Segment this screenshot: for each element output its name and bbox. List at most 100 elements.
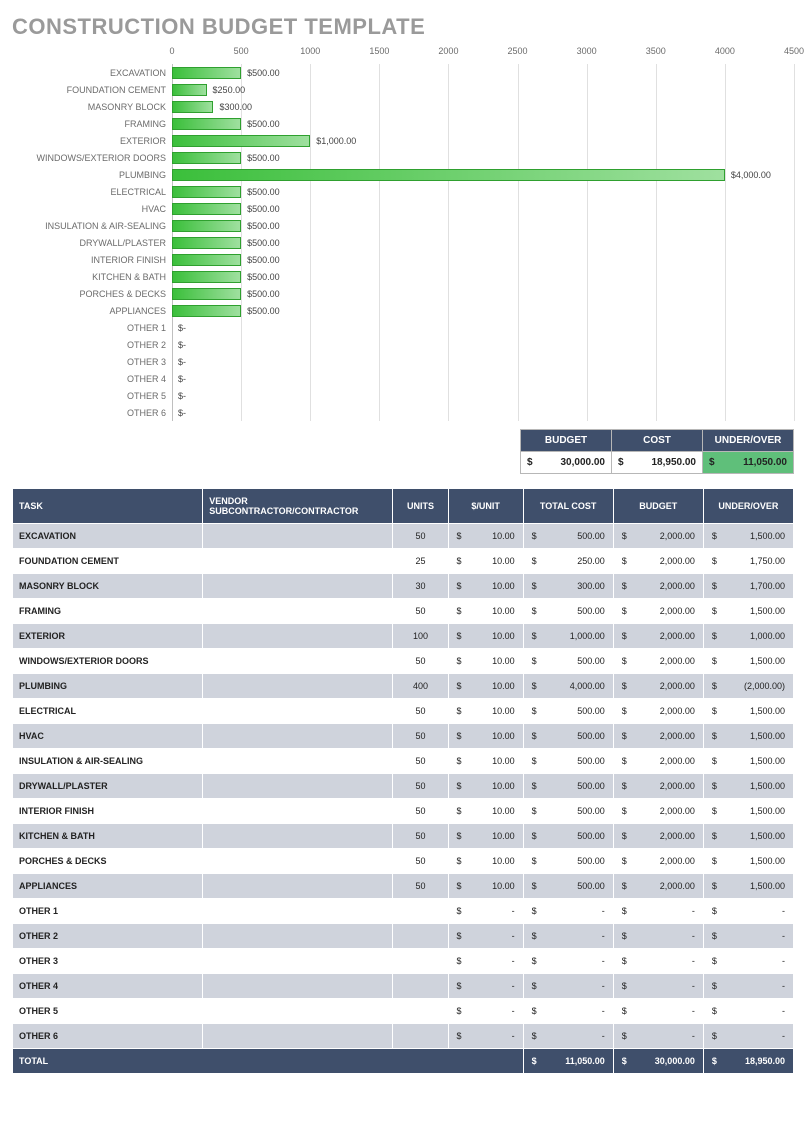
cell-price: $10.00 (448, 874, 523, 899)
cell-budget: $2,000.00 (613, 574, 703, 599)
chart-category-label: INSULATION & AIR-SEALING (12, 221, 172, 231)
cell-under: $1,500.00 (703, 874, 793, 899)
table-row: INSULATION & AIR-SEALING50$10.00$500.00$… (13, 749, 794, 774)
chart-row: PLUMBING$4,000.00 (12, 166, 794, 183)
cell-total: $500.00 (523, 874, 613, 899)
summary-header-under: UNDER/OVER (703, 430, 794, 452)
cell-units: 400 (393, 674, 448, 699)
chart-row: FOUNDATION CEMENT$250.00 (12, 81, 794, 98)
page-title: CONSTRUCTION BUDGET TEMPLATE (12, 14, 794, 40)
table-row: PLUMBING400$10.00$4,000.00$2,000.00$(2,0… (13, 674, 794, 699)
table-row: MASONRY BLOCK30$10.00$300.00$2,000.00$1,… (13, 574, 794, 599)
cell-vendor (203, 774, 393, 799)
table-row: WINDOWS/EXTERIOR DOORS50$10.00$500.00$2,… (13, 649, 794, 674)
table-row: PORCHES & DECKS50$10.00$500.00$2,000.00$… (13, 849, 794, 874)
cell-under: $1,500.00 (703, 774, 793, 799)
cell-under: $1,000.00 (703, 624, 793, 649)
cell-budget: $2,000.00 (613, 599, 703, 624)
cell-total: $500.00 (523, 849, 613, 874)
chart-row: INSULATION & AIR-SEALING$500.00 (12, 217, 794, 234)
chart-category-label: OTHER 4 (12, 374, 172, 384)
cell-total: $250.00 (523, 549, 613, 574)
chart-row: EXCAVATION$500.00 (12, 64, 794, 81)
cell-under: $1,500.00 (703, 799, 793, 824)
summary-header-cost: COST (612, 430, 703, 452)
chart-bar-label: $500.00 (247, 153, 280, 163)
cell-task: ELECTRICAL (13, 699, 203, 724)
total-under: $18,950.00 (703, 1049, 793, 1074)
cell-price: $10.00 (448, 549, 523, 574)
cell-units (393, 924, 448, 949)
cell-task: APPLIANCES (13, 874, 203, 899)
cell-task: MASONRY BLOCK (13, 574, 203, 599)
cell-task: FRAMING (13, 599, 203, 624)
table-row: OTHER 1$-$-$-$- (13, 899, 794, 924)
table-row: OTHER 2$-$-$-$- (13, 924, 794, 949)
cell-budget: $- (613, 899, 703, 924)
chart-bar-label: $300.00 (219, 102, 252, 112)
chart-category-label: APPLIANCES (12, 306, 172, 316)
cell-price: $- (448, 974, 523, 999)
cell-total: $- (523, 1024, 613, 1049)
cell-task: WINDOWS/EXTERIOR DOORS (13, 649, 203, 674)
chart-row: OTHER 3$- (12, 353, 794, 370)
cell-price: $10.00 (448, 799, 523, 824)
chart-category-label: EXTERIOR (12, 136, 172, 146)
cell-under: $- (703, 974, 793, 999)
chart-bar-label: $500.00 (247, 119, 280, 129)
chart-category-label: PORCHES & DECKS (12, 289, 172, 299)
cell-units: 50 (393, 699, 448, 724)
cell-price: $10.00 (448, 724, 523, 749)
summary-under: $11,050.00 (703, 452, 794, 474)
cell-units: 50 (393, 749, 448, 774)
x-tick: 1000 (300, 46, 320, 56)
cell-under: $1,500.00 (703, 824, 793, 849)
cell-budget: $- (613, 924, 703, 949)
cell-total: $300.00 (523, 574, 613, 599)
chart-row: APPLIANCES$500.00 (12, 302, 794, 319)
cell-task: OTHER 1 (13, 899, 203, 924)
chart-row: OTHER 5$- (12, 387, 794, 404)
cell-price: $10.00 (448, 774, 523, 799)
cell-price: $- (448, 1024, 523, 1049)
cell-task: EXTERIOR (13, 624, 203, 649)
chart-row: OTHER 6$- (12, 404, 794, 421)
col-budget: BUDGET (613, 489, 703, 524)
table-row: OTHER 3$-$-$-$- (13, 949, 794, 974)
summary-header-budget: BUDGET (521, 430, 612, 452)
chart-bar-label: $- (178, 323, 186, 333)
cell-task: HVAC (13, 724, 203, 749)
cell-under: $- (703, 1024, 793, 1049)
chart-bar (172, 135, 310, 147)
cell-price: $10.00 (448, 849, 523, 874)
cell-vendor (203, 999, 393, 1024)
chart-row: KITCHEN & BATH$500.00 (12, 268, 794, 285)
chart-row: ELECTRICAL$500.00 (12, 183, 794, 200)
cell-under: $1,500.00 (703, 649, 793, 674)
summary-cost: $18,950.00 (612, 452, 703, 474)
chart-row: MASONRY BLOCK$300.00 (12, 98, 794, 115)
cell-units: 50 (393, 599, 448, 624)
cell-units: 50 (393, 799, 448, 824)
table-row: HVAC50$10.00$500.00$2,000.00$1,500.00 (13, 724, 794, 749)
chart-category-label: EXCAVATION (12, 68, 172, 78)
table-row: OTHER 4$-$-$-$- (13, 974, 794, 999)
cell-vendor (203, 949, 393, 974)
chart-category-label: HVAC (12, 204, 172, 214)
chart-bar (172, 186, 241, 198)
cell-units: 50 (393, 649, 448, 674)
chart-category-label: FOUNDATION CEMENT (12, 85, 172, 95)
cell-task: DRYWALL/PLASTER (13, 774, 203, 799)
chart-bar-label: $500.00 (247, 255, 280, 265)
cell-units (393, 899, 448, 924)
cell-price: $- (448, 899, 523, 924)
chart-category-label: OTHER 6 (12, 408, 172, 418)
chart-row: EXTERIOR$1,000.00 (12, 132, 794, 149)
chart-bar (172, 254, 241, 266)
col-units: UNITS (393, 489, 448, 524)
chart-category-label: OTHER 5 (12, 391, 172, 401)
cell-units: 100 (393, 624, 448, 649)
cell-under: $(2,000.00) (703, 674, 793, 699)
cell-total: $500.00 (523, 799, 613, 824)
cell-task: PORCHES & DECKS (13, 849, 203, 874)
